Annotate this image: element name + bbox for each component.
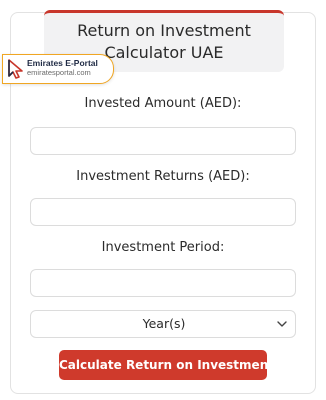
watermark-url: emiratesportal.com [27, 68, 91, 77]
watermark-badge: Emirates E-Portal emiratesportal.com [2, 54, 114, 84]
watermark-name: Emirates E-Portal [27, 58, 98, 68]
period-unit-value: Year(s) [142, 316, 186, 331]
period-unit-select[interactable]: Year(s) [30, 310, 296, 338]
investment-returns-input[interactable] [30, 198, 296, 226]
invested-amount-input[interactable] [30, 127, 296, 155]
investment-period-label: Investment Period: [101, 240, 225, 255]
cursor-arrow-icon [8, 59, 23, 79]
invested-amount-label: Invested Amount (AED): [84, 96, 242, 111]
calculate-roi-button[interactable]: Calculate Return on Investment [59, 350, 274, 380]
investment-returns-label: Investment Returns (AED): [76, 169, 250, 184]
title-line-1: Return on Investment [77, 21, 251, 40]
chevron-down-icon [277, 321, 287, 327]
investment-period-input[interactable] [30, 269, 296, 297]
